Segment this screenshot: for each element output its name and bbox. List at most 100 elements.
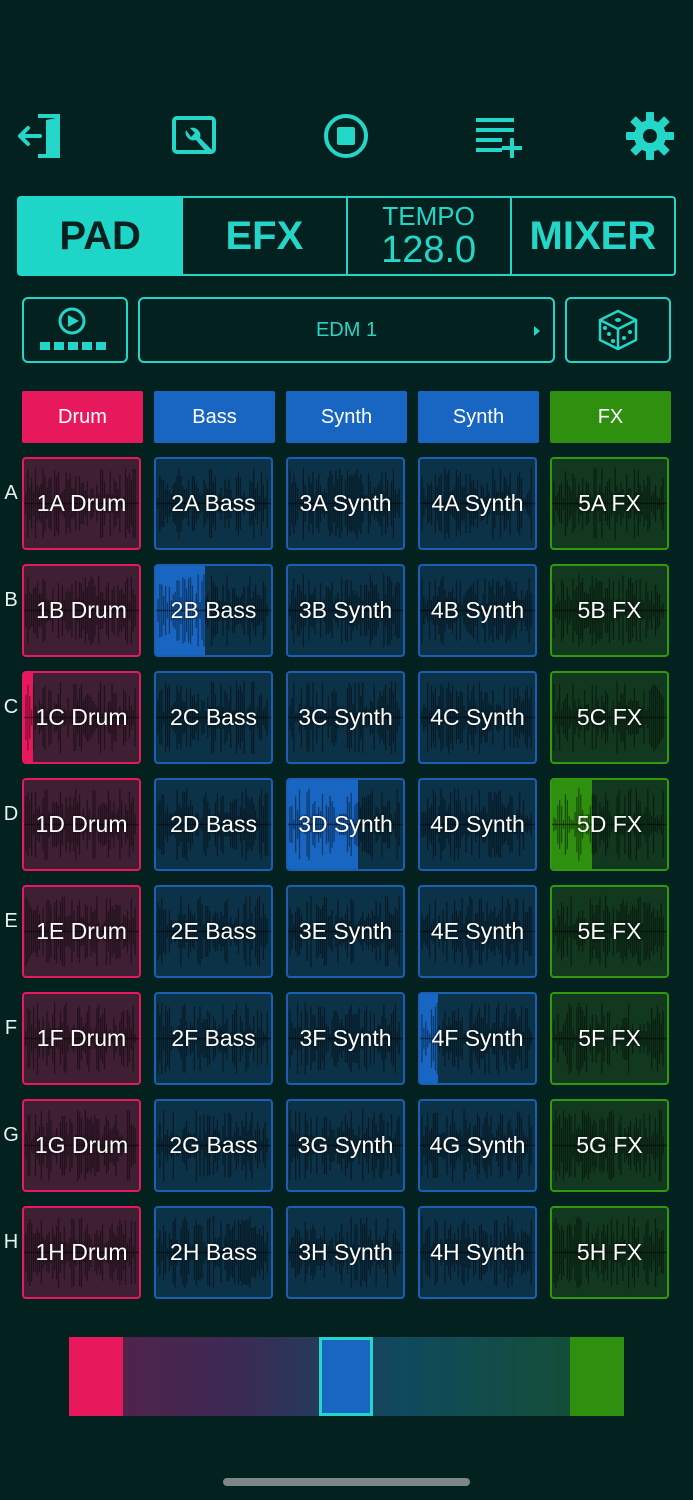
pad-5e[interactable]: 5E FX bbox=[550, 885, 669, 978]
pad-5c[interactable]: 5C FX bbox=[550, 671, 669, 764]
pad-4f[interactable]: 4F Synth bbox=[418, 992, 537, 1085]
pad-4a[interactable]: 4A Synth bbox=[418, 457, 537, 550]
pad-2h[interactable]: 2H Bass bbox=[154, 1206, 273, 1299]
pad-label: 3C Synth bbox=[298, 704, 393, 730]
pad-label: 5F FX bbox=[578, 1025, 641, 1051]
pad-label: 3B Synth bbox=[298, 597, 393, 623]
pad-label: 4D Synth bbox=[430, 811, 525, 837]
pad-label: 1A Drum bbox=[36, 490, 127, 516]
preset-name: EDM 1 bbox=[315, 318, 378, 341]
pad-label: 4E Synth bbox=[430, 918, 525, 944]
pad-label: 1E Drum bbox=[36, 918, 127, 944]
pad-label: 2B Bass bbox=[170, 597, 257, 623]
stop-icon bbox=[324, 114, 368, 158]
pad-label: 5B FX bbox=[577, 597, 642, 623]
gear-icon bbox=[626, 112, 674, 160]
tempo-value: 128.0 bbox=[381, 229, 477, 271]
pad-4c[interactable]: 4C Synth bbox=[418, 671, 537, 764]
crossfader-right-end bbox=[570, 1337, 624, 1416]
tab-mixer[interactable]: MIXER bbox=[512, 198, 674, 274]
tab-pad[interactable]: PAD bbox=[19, 198, 184, 274]
pad-1c[interactable]: 1C Drum bbox=[22, 671, 141, 764]
pad-label: 4B Synth bbox=[430, 597, 525, 623]
pad-label: 4H Synth bbox=[430, 1239, 525, 1265]
pad-label: 3H Synth bbox=[298, 1239, 393, 1265]
pad-label: 2G Bass bbox=[169, 1132, 258, 1158]
pad-4h[interactable]: 4H Synth bbox=[418, 1206, 537, 1299]
crossfader-left-end bbox=[69, 1337, 123, 1416]
column-header-2: Bass bbox=[154, 391, 275, 443]
pad-1f[interactable]: 1F Drum bbox=[22, 992, 141, 1085]
crossfader-thumb[interactable] bbox=[319, 1337, 373, 1416]
playlist-add-button[interactable] bbox=[470, 108, 526, 164]
pad-label: 2F Bass bbox=[171, 1025, 256, 1051]
row-label-g: G bbox=[3, 1124, 19, 1146]
crossfader[interactable] bbox=[69, 1337, 624, 1416]
pad-2g[interactable]: 2G Bass bbox=[154, 1099, 273, 1192]
sequence-play-icon bbox=[40, 307, 106, 350]
random-button[interactable] bbox=[565, 297, 671, 363]
pad-label: 1C Drum bbox=[35, 704, 128, 730]
row-label-b: B bbox=[4, 589, 18, 611]
pad-5a[interactable]: 5A FX bbox=[550, 457, 669, 550]
sequencer-button[interactable] bbox=[22, 297, 128, 363]
pad-1g[interactable]: 1G Drum bbox=[22, 1099, 141, 1192]
stop-button[interactable] bbox=[318, 108, 374, 164]
pad-label: 4G Synth bbox=[429, 1132, 526, 1158]
tools-button[interactable] bbox=[166, 108, 222, 164]
pad-3h[interactable]: 3H Synth bbox=[286, 1206, 405, 1299]
pad-3c[interactable]: 3C Synth bbox=[286, 671, 405, 764]
pad-5d[interactable]: 5D FX bbox=[550, 778, 669, 871]
pad-1h[interactable]: 1H Drum bbox=[22, 1206, 141, 1299]
pad-3d[interactable]: 3D Synth bbox=[286, 778, 405, 871]
pad-4d[interactable]: 4D Synth bbox=[418, 778, 537, 871]
pad-5b[interactable]: 5B FX bbox=[550, 564, 669, 657]
pad-3f[interactable]: 3F Synth bbox=[286, 992, 405, 1085]
pad-2f[interactable]: 2F Bass bbox=[154, 992, 273, 1085]
pad-label: 3D Synth bbox=[298, 811, 393, 837]
exit-button[interactable] bbox=[14, 108, 70, 164]
pad-label: 1F Drum bbox=[36, 1025, 127, 1051]
pad-4e[interactable]: 4E Synth bbox=[418, 885, 537, 978]
pad-3a[interactable]: 3A Synth bbox=[286, 457, 405, 550]
pad-2a[interactable]: 2A Bass bbox=[154, 457, 273, 550]
row-label-d: D bbox=[3, 803, 19, 825]
tempo-label: TEMPO bbox=[382, 201, 475, 231]
pad-5g[interactable]: 5G FX bbox=[550, 1099, 669, 1192]
pad-2b[interactable]: 2B Bass bbox=[154, 564, 273, 657]
pad-label: 1B Drum bbox=[36, 597, 127, 623]
pad-1a[interactable]: 1A Drum bbox=[22, 457, 141, 550]
pad-label: 2A Bass bbox=[171, 490, 256, 516]
pad-label: 2H Bass bbox=[170, 1239, 257, 1265]
pad-4b[interactable]: 4B Synth bbox=[418, 564, 537, 657]
pad-3e[interactable]: 3E Synth bbox=[286, 885, 405, 978]
tab-tempo[interactable]: TEMPO 128.0 bbox=[348, 198, 512, 274]
pad-1b[interactable]: 1B Drum bbox=[22, 564, 141, 657]
pad-label: 4A Synth bbox=[431, 490, 524, 516]
pad-label: 4F Synth bbox=[431, 1025, 524, 1051]
pad-2c[interactable]: 2C Bass bbox=[154, 671, 273, 764]
column-header-1: Drum bbox=[22, 391, 143, 443]
pad-1d[interactable]: 1D Drum bbox=[22, 778, 141, 871]
preset-selector[interactable]: EDM 1 bbox=[138, 297, 555, 363]
pad-3b[interactable]: 3B Synth bbox=[286, 564, 405, 657]
pad-5h[interactable]: 5H FX bbox=[550, 1206, 669, 1299]
row-label-a: A bbox=[4, 482, 18, 504]
tab-efx[interactable]: EFX bbox=[183, 198, 348, 274]
settings-button[interactable] bbox=[622, 108, 678, 164]
pad-5f[interactable]: 5F FX bbox=[550, 992, 669, 1085]
pad-2e[interactable]: 2E Bass bbox=[154, 885, 273, 978]
pad-4g[interactable]: 4G Synth bbox=[418, 1099, 537, 1192]
column-header-3: Synth bbox=[286, 391, 407, 443]
pad-label: 3E Synth bbox=[298, 918, 393, 944]
playlist-add-icon bbox=[476, 118, 522, 158]
pad-3g[interactable]: 3G Synth bbox=[286, 1099, 405, 1192]
pad-1e[interactable]: 1E Drum bbox=[22, 885, 141, 978]
pad-2d[interactable]: 2D Bass bbox=[154, 778, 273, 871]
row-label-f: F bbox=[4, 1017, 18, 1039]
row-label-c: C bbox=[3, 696, 19, 718]
pad-label: 5E FX bbox=[577, 918, 642, 944]
dice-icon bbox=[598, 309, 638, 351]
pad-label: 2C Bass bbox=[170, 704, 257, 730]
home-indicator bbox=[223, 1478, 470, 1486]
